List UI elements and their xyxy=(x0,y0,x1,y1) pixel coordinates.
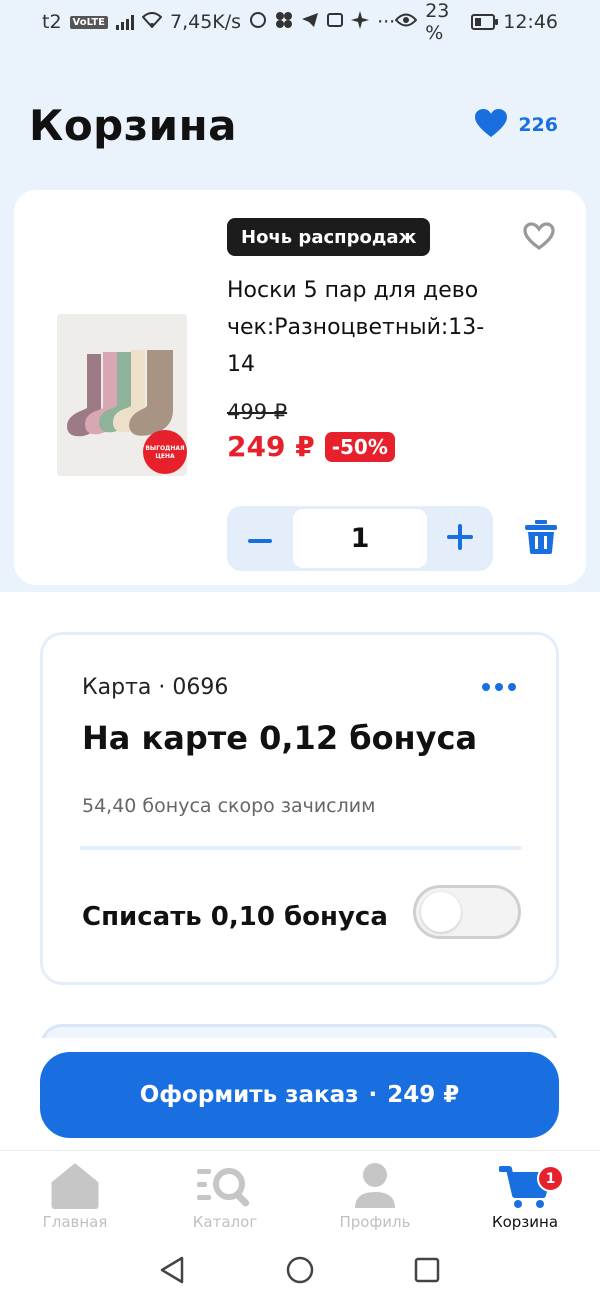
recents-icon[interactable] xyxy=(407,1250,447,1290)
more-options-icon[interactable] xyxy=(482,683,518,695)
page-header: Корзина 226 xyxy=(29,90,558,160)
carrier-label: t2 xyxy=(42,11,62,33)
nav-item-home[interactable]: Главная xyxy=(0,1151,150,1239)
product-name[interactable]: Носки 5 пар для девочек:Разноцветный:13-… xyxy=(227,272,487,383)
more-notifications-icon: ··· xyxy=(377,11,396,33)
quantity-stepper: 1 xyxy=(227,506,493,571)
sale-badge: Ночь распродаж xyxy=(227,218,431,256)
net-speed: 7,45K/s xyxy=(169,11,242,33)
delete-item-button[interactable] xyxy=(520,518,562,560)
system-navigation-bar xyxy=(0,1238,600,1299)
minus-icon xyxy=(248,529,272,548)
discount-badge: -50% xyxy=(324,431,395,462)
checkout-label: Оформить заказ xyxy=(139,1082,359,1108)
old-price: 499 ₽ xyxy=(227,400,288,424)
bottom-navigation: Главная Каталог Профиль Корзина 1 xyxy=(0,1150,600,1238)
signal-icon xyxy=(115,14,134,30)
divider xyxy=(80,846,522,850)
sparkle-icon xyxy=(351,10,370,34)
checkout-separator: · xyxy=(368,1082,378,1108)
gallery-icon xyxy=(327,12,344,33)
spend-bonus-toggle[interactable] xyxy=(413,885,521,939)
spend-bonus-label: Списать 0,10 бонуса xyxy=(82,902,388,932)
volte-badge: VoLTE xyxy=(69,15,108,29)
trash-icon xyxy=(524,520,558,558)
nav-label-cart: Корзина xyxy=(491,1213,559,1231)
nav-item-catalog[interactable]: Каталог xyxy=(150,1151,300,1239)
back-icon[interactable] xyxy=(152,1250,192,1290)
add-to-favorites-button[interactable] xyxy=(522,221,556,255)
svg-text:ВЫГОДНАЯ: ВЫГОДНАЯ xyxy=(145,445,185,452)
nav-label-profile: Профиль xyxy=(339,1213,411,1231)
decrease-quantity-button[interactable] xyxy=(227,506,293,571)
nav-item-cart[interactable]: Корзина 1 xyxy=(450,1151,600,1239)
catalog-search-icon xyxy=(195,1151,255,1213)
profile-icon xyxy=(353,1151,397,1213)
wifi-icon xyxy=(141,11,163,33)
favorites-button[interactable]: 226 xyxy=(474,108,558,143)
increase-quantity-button[interactable] xyxy=(427,506,493,571)
svg-text:ЦЕНА: ЦЕНА xyxy=(155,453,175,460)
plus-icon xyxy=(447,523,473,554)
cart-count-badge: 1 xyxy=(537,1165,564,1192)
price-row: 249 ₽ -50% xyxy=(227,430,395,463)
current-price: 249 ₽ xyxy=(227,430,315,463)
page-title: Корзина xyxy=(29,100,237,150)
cart-item-card: ВЫГОДНАЯ ЦЕНА Ночь распродаж Носки 5 пар… xyxy=(14,190,586,585)
bonus-balance: На карте 0,12 бонуса xyxy=(82,719,478,757)
heart-outline-icon xyxy=(522,221,556,255)
nav-item-profile[interactable]: Профиль xyxy=(300,1151,450,1239)
home-icon xyxy=(51,1151,99,1213)
quantity-value[interactable]: 1 xyxy=(293,509,427,568)
status-bar: t2 VoLTE 7,45K/s ··· 23 % 12:46 xyxy=(0,0,600,44)
bonus-card: Карта · 0696 На карте 0,12 бонуса 54,40 … xyxy=(40,632,559,985)
favorites-count: 226 xyxy=(518,114,558,136)
battery-percent: 23 % xyxy=(425,0,450,44)
battery-icon xyxy=(470,14,499,30)
checkout-button[interactable]: Оформить заказ · 249 ₽ xyxy=(40,1052,559,1138)
whatsapp-icon xyxy=(249,11,267,34)
loyalty-card-label: Карта · 0696 xyxy=(82,675,229,700)
checkout-total: 249 ₽ xyxy=(387,1082,460,1108)
pending-bonus: 54,40 бонуса скоро зачислим xyxy=(82,795,376,817)
nav-label-home: Главная xyxy=(42,1213,108,1231)
app-icon xyxy=(275,11,293,34)
eye-icon xyxy=(394,12,418,32)
telegram-icon xyxy=(301,12,319,33)
heart-icon xyxy=(474,108,508,143)
toggle-knob xyxy=(421,892,461,932)
nav-label-catalog: Каталог xyxy=(192,1213,258,1231)
product-image[interactable]: ВЫГОДНАЯ ЦЕНА xyxy=(57,314,187,476)
home-circle-icon[interactable] xyxy=(280,1250,320,1290)
clock: 12:46 xyxy=(503,11,558,33)
